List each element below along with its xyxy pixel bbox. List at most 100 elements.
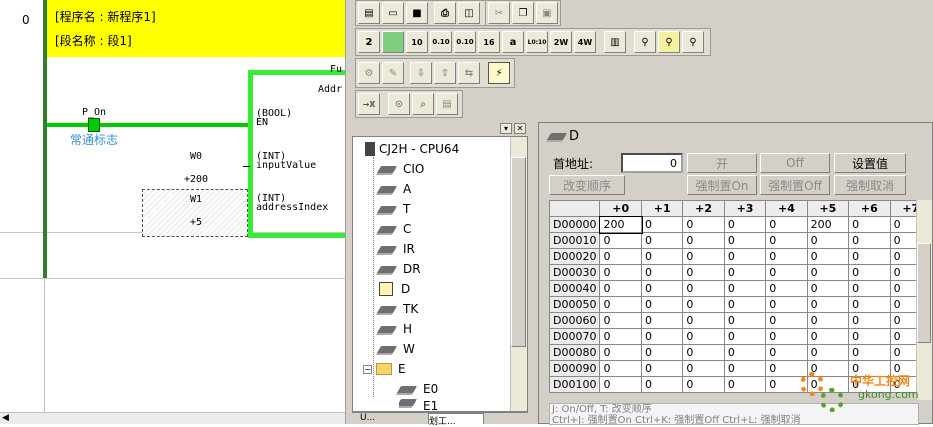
tree-item-cio[interactable]: CIO xyxy=(376,159,424,179)
tree-item-c[interactable]: C xyxy=(376,219,411,239)
memory-cell[interactable]: 0 xyxy=(806,248,850,265)
display-10-icon[interactable]: 10 xyxy=(406,31,428,53)
memory-cell[interactable]: 0 xyxy=(806,312,850,329)
tree-item-h[interactable]: H xyxy=(376,319,412,339)
debug-step-icon[interactable]: ⊙ xyxy=(388,93,410,115)
memory-cell[interactable]: 0 xyxy=(765,232,808,249)
force-icon[interactable]: ⚡ xyxy=(488,62,510,84)
on-button[interactable]: 开 xyxy=(687,153,757,173)
tree-item-e0[interactable]: E0 xyxy=(396,379,438,399)
memory-cell[interactable]: 0 xyxy=(723,328,767,345)
memory-cell[interactable]: 0 xyxy=(640,312,684,329)
memory-cell[interactable]: 0 xyxy=(682,216,725,233)
tree-item-t[interactable]: T xyxy=(376,199,410,219)
operand-w1[interactable]: W1 xyxy=(190,194,202,205)
memory-cell[interactable]: 0 xyxy=(848,280,891,297)
zoom-icon[interactable]: ⚲ xyxy=(682,31,704,53)
memory-cell[interactable]: 0 xyxy=(599,296,642,313)
force-off-button[interactable]: 强制置Off xyxy=(760,175,830,195)
memory-cell[interactable]: 0 xyxy=(765,328,808,345)
memory-cell[interactable]: 0 xyxy=(723,376,767,393)
memory-cell[interactable]: 0 xyxy=(723,248,767,265)
memory-cell[interactable]: 0 xyxy=(640,376,684,393)
memory-cell[interactable]: 0 xyxy=(806,296,850,313)
debug-trace-icon[interactable]: ⌕ xyxy=(412,93,434,115)
display-010-icon[interactable]: 0.10 xyxy=(430,31,452,53)
off-button[interactable]: Off xyxy=(760,153,830,173)
memory-cell[interactable]: 0 xyxy=(723,232,767,249)
contact-symbol[interactable] xyxy=(88,118,100,132)
memory-cell[interactable]: 0 xyxy=(765,264,808,281)
tree-root[interactable]: CJ2H - CPU64 xyxy=(365,139,459,159)
memory-cell[interactable]: 0 xyxy=(599,328,642,345)
memory-cell[interactable]: 0 xyxy=(682,360,725,377)
memory-cell[interactable]: 0 xyxy=(640,280,684,297)
start-address-input[interactable] xyxy=(621,153,683,173)
splitter-2[interactable] xyxy=(528,122,538,424)
display-16-icon[interactable]: 16 xyxy=(478,31,500,53)
memory-cell[interactable]: 0 xyxy=(599,360,642,377)
tree-item-d[interactable]: D xyxy=(379,279,410,299)
memory-cell[interactable]: 0 xyxy=(806,264,850,281)
tree-item-dr[interactable]: DR xyxy=(376,259,421,279)
memory-cell[interactable]: 0 xyxy=(848,296,891,313)
memory-cell[interactable]: 0 xyxy=(765,248,808,265)
table-scroll-thumb[interactable] xyxy=(917,243,931,343)
memory-cell[interactable]: 0 xyxy=(806,232,850,249)
memory-cell[interactable]: 0 xyxy=(765,296,808,313)
memory-cell[interactable]: 0 xyxy=(765,360,808,377)
display-green-icon[interactable] xyxy=(382,31,404,53)
memory-cell[interactable]: 0 xyxy=(682,328,725,345)
tree-close-icon[interactable]: ✕ xyxy=(514,123,526,134)
tree-item-a[interactable]: A xyxy=(376,179,411,199)
memory-cell[interactable]: 0 xyxy=(723,216,767,233)
scroll-left-icon[interactable]: ◀ xyxy=(2,413,9,423)
memory-cell[interactable]: 0 xyxy=(682,296,725,313)
memory-cell[interactable]: 0 xyxy=(765,344,808,361)
memory-cell[interactable]: 0 xyxy=(723,264,767,281)
open-folder-icon[interactable]: ▭ xyxy=(382,2,404,24)
debug-run-icon[interactable]: ▤ xyxy=(436,93,458,115)
collapse-icon[interactable]: − xyxy=(363,364,372,374)
tree-dropdown-icon[interactable]: ▾ xyxy=(500,123,512,134)
memory-cell[interactable]: 0 xyxy=(682,248,725,265)
tree-item-ir[interactable]: IR xyxy=(376,239,415,259)
save-icon[interactable]: ■ xyxy=(406,2,428,24)
memory-cell[interactable]: 0 xyxy=(806,328,850,345)
print-preview-icon[interactable]: ◫ xyxy=(458,2,480,24)
memory-cell[interactable]: 0 xyxy=(640,216,684,233)
memory-cell[interactable]: 0 xyxy=(599,248,642,265)
zoom-small-icon[interactable]: ⚲ xyxy=(634,31,656,53)
memory-cell[interactable]: 0 xyxy=(723,344,767,361)
memory-cell[interactable]: 0 xyxy=(682,312,725,329)
transfer-icon[interactable]: ⇩ xyxy=(410,62,432,84)
memory-cell[interactable]: 0 xyxy=(640,344,684,361)
print-icon[interactable]: ⎙ xyxy=(434,2,456,24)
memory-cell[interactable]: 0 xyxy=(806,344,850,361)
compare-icon[interactable]: ⇆ xyxy=(458,62,480,84)
force-on-button[interactable]: 强制置On xyxy=(687,175,757,195)
horizontal-scrollbar[interactable] xyxy=(0,412,345,424)
memory-cell[interactable]: 0 xyxy=(723,296,767,313)
monitor-icon[interactable]: ▥ xyxy=(604,31,626,53)
memory-cell[interactable]: 0 xyxy=(806,280,850,297)
memory-cell[interactable]: 0 xyxy=(848,248,891,265)
memory-cell[interactable]: 0 xyxy=(599,280,642,297)
memory-cell[interactable]: 0 xyxy=(682,376,725,393)
tree-item-e[interactable]: − E xyxy=(363,359,406,379)
memory-cell[interactable]: 0 xyxy=(599,264,642,281)
change-order-button[interactable]: 改变顺序 xyxy=(549,175,625,195)
memory-cell[interactable]: 0 xyxy=(723,312,767,329)
memory-cell[interactable]: 0 xyxy=(599,344,642,361)
tree-item-w[interactable]: W xyxy=(376,339,415,359)
memory-cell[interactable]: 0 xyxy=(640,248,684,265)
memory-cell[interactable]: 0 xyxy=(848,344,891,361)
force-cancel-button[interactable]: 强制取消 xyxy=(834,175,906,195)
memory-cell[interactable]: 0 xyxy=(599,376,642,393)
display-l010-icon[interactable]: L0:10 xyxy=(526,31,548,53)
display-2w-icon[interactable]: 2W xyxy=(550,31,572,53)
splitter[interactable] xyxy=(345,0,352,424)
memory-cell[interactable]: 0 xyxy=(848,216,891,233)
memory-cell[interactable]: 0 xyxy=(723,280,767,297)
online-icon[interactable]: ⚙ xyxy=(358,62,380,84)
